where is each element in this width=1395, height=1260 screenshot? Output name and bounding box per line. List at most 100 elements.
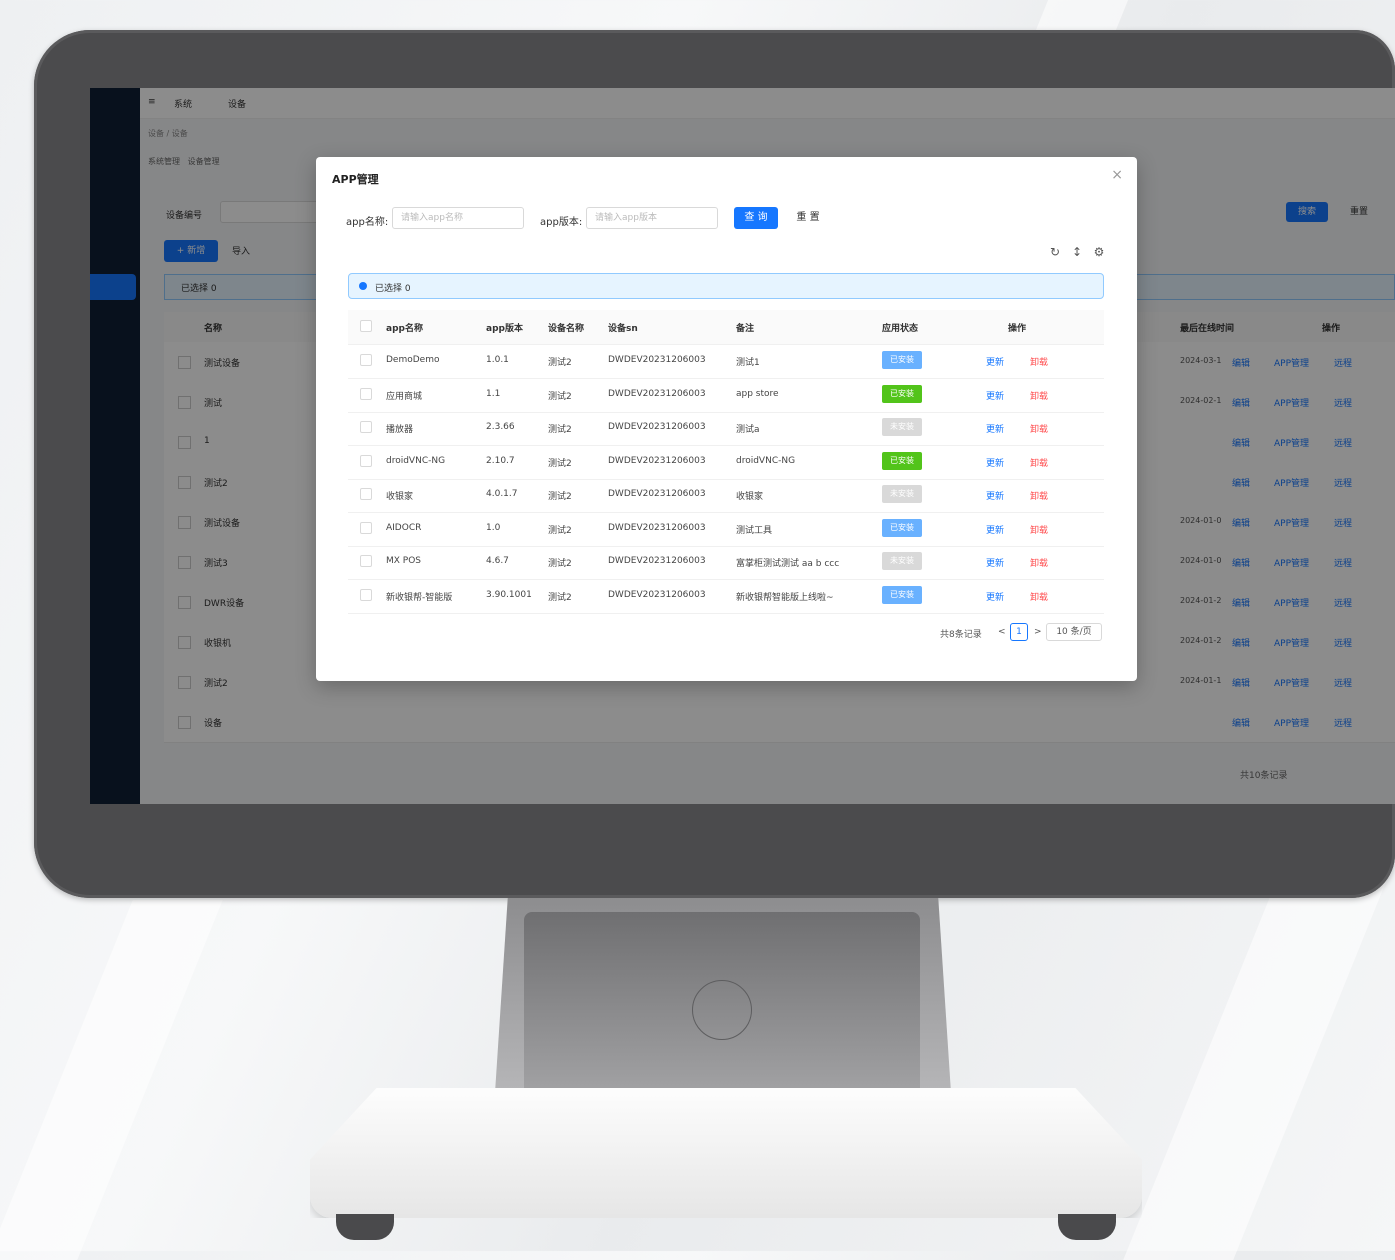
monitor-foot: [1058, 1214, 1116, 1240]
cell-remark: 测试工具: [736, 525, 773, 536]
cell-app-version: 1.1: [486, 388, 501, 399]
reset-button[interactable]: 重 置: [786, 207, 830, 229]
cell-device-name: 测试2: [548, 425, 572, 435]
status-badge: 未安装: [882, 418, 922, 436]
column-height-icon[interactable]: ↕: [1070, 245, 1084, 259]
select-all-checkbox[interactable]: [360, 320, 372, 332]
cell-app-name: 新收银帮-智能版: [386, 592, 453, 603]
cell-app-name: AIDOCR: [386, 522, 422, 533]
status-badge: 已安装: [882, 384, 922, 403]
update-link[interactable]: 更新: [986, 456, 1004, 469]
update-link[interactable]: 更新: [986, 489, 1004, 502]
cell-app-name: 收银家: [386, 492, 414, 502]
row-checkbox[interactable]: [360, 521, 372, 534]
cell-device-sn: DWDEV20231206003: [608, 455, 706, 466]
table-row: MX POS 4.6.7 测试2 DWDEV20231206003 富掌柜测试测试 aa…: [348, 545, 1104, 580]
row-checkbox[interactable]: [360, 454, 372, 467]
row-checkbox[interactable]: [360, 421, 372, 433]
update-link[interactable]: 更新: [986, 590, 1004, 603]
column-header-remark: 备注: [736, 324, 755, 334]
modal-title: APP管理: [332, 173, 379, 186]
column-header-status: 应用状态: [882, 324, 919, 334]
uninstall-link[interactable]: 卸载: [1030, 456, 1048, 469]
table-row: droidVNC-NG 2.10.7 测试2 DWDEV20231206003 droi…: [348, 445, 1104, 480]
column-header-device-sn: 设备sn: [608, 324, 638, 334]
uninstall-link[interactable]: 卸载: [1030, 523, 1048, 536]
row-checkbox[interactable]: [360, 488, 372, 500]
cell-device-sn: DWDEV20231206003: [608, 355, 706, 365]
cell-device-sn: DWDEV20231206003: [608, 589, 706, 600]
update-link[interactable]: 更新: [986, 422, 1004, 435]
cell-app-version: 1.0: [486, 522, 501, 533]
pagination-next[interactable]: >: [1034, 627, 1042, 637]
cell-device-name: 测试2: [548, 458, 572, 469]
app-name-input[interactable]: 请输入app名称: [392, 207, 524, 229]
pagination-size-select[interactable]: 10 条/页: [1046, 623, 1102, 641]
uninstall-link[interactable]: 卸载: [1030, 489, 1048, 502]
cell-device-name: 测试2: [548, 358, 572, 368]
update-link[interactable]: 更新: [986, 556, 1004, 569]
uninstall-link[interactable]: 卸载: [1030, 355, 1048, 368]
row-checkbox[interactable]: [360, 555, 372, 567]
app-name-label: app名称:: [346, 217, 389, 228]
app-version-input[interactable]: 请输入app版本: [586, 207, 718, 229]
cell-remark: droidVNC-NG: [736, 455, 796, 466]
cell-device-sn: DWDEV20231206003: [608, 556, 706, 566]
cell-app-name: droidVNC-NG: [386, 455, 446, 466]
cell-app-version: 3.90.1001: [486, 589, 532, 600]
cell-app-version: 2.3.66: [486, 422, 515, 432]
cell-app-name: DemoDemo: [386, 355, 440, 365]
status-badge: 已安装: [882, 518, 922, 537]
cell-app-version: 1.0.1: [486, 355, 509, 365]
search-button[interactable]: 查 询: [734, 207, 778, 229]
info-icon: [359, 282, 367, 290]
app-version-label: app版本:: [540, 217, 583, 228]
cell-device-sn: DWDEV20231206003: [608, 522, 706, 533]
cell-device-name: 测试2: [548, 492, 572, 502]
row-checkbox[interactable]: [360, 588, 372, 601]
pagination-page[interactable]: 1: [1010, 623, 1028, 641]
column-header-app-name: app名称: [386, 324, 423, 334]
table-row: DemoDemo 1.0.1 测试2 DWDEV20231206003 测试1 已安装 更新…: [348, 344, 1104, 379]
row-checkbox[interactable]: [360, 387, 372, 400]
status-badge: 已安装: [882, 451, 922, 470]
table-row: 收银家 4.0.1.7 测试2 DWDEV20231206003 收银家 未安装 更新 卸载: [348, 478, 1104, 513]
uninstall-link[interactable]: 卸载: [1030, 590, 1048, 603]
update-link[interactable]: 更新: [986, 523, 1004, 536]
background-stripe: [0, 900, 223, 1260]
table-row: 新收银帮-智能版 3.90.1001 测试2 DWDEV20231206003 新收银帮…: [348, 579, 1104, 614]
reload-icon[interactable]: ↻: [1048, 245, 1062, 259]
close-icon[interactable]: ×: [1111, 167, 1123, 183]
cell-device-sn: DWDEV20231206003: [608, 388, 706, 399]
cell-app-name: 应用商城: [386, 391, 423, 402]
update-link[interactable]: 更新: [986, 389, 1004, 402]
cell-device-sn: DWDEV20231206003: [608, 489, 706, 499]
cell-app-version: 4.6.7: [486, 556, 509, 566]
column-header-actions: 操作: [1008, 324, 1027, 334]
update-link[interactable]: 更新: [986, 355, 1004, 368]
table-row: AIDOCR 1.0 测试2 DWDEV20231206003 测试工具 已安装 更新 卸载: [348, 512, 1104, 547]
cell-remark: 富掌柜测试测试 aa b ccc: [736, 559, 840, 569]
cell-app-name: MX POS: [386, 556, 422, 566]
uninstall-link[interactable]: 卸载: [1030, 556, 1048, 569]
cell-app-name: 播放器: [386, 425, 414, 435]
pagination-total: 共8条记录: [940, 630, 982, 640]
table-row: 应用商城 1.1 测试2 DWDEV20231206003 app store 已安装 更新…: [348, 378, 1104, 413]
pagination-prev[interactable]: <: [998, 627, 1006, 637]
cell-remark: 收银家: [736, 492, 764, 502]
cell-remark: app store: [736, 388, 779, 399]
cell-remark: 测试1: [736, 358, 760, 368]
setting-icon[interactable]: ⚙: [1092, 245, 1106, 259]
app-management-modal: APP管理 × app名称: 请输入app名称 app版本: 请输入app版本 …: [316, 157, 1137, 681]
background-stripe: [1123, 880, 1387, 1260]
uninstall-link[interactable]: 卸载: [1030, 422, 1048, 435]
selection-alert: 已选择 0: [348, 273, 1104, 299]
power-button-icon: [692, 980, 752, 1040]
column-header-device-name: 设备名称: [548, 324, 585, 334]
cell-device-name: 测试2: [548, 391, 572, 402]
status-badge: 未安装: [882, 485, 922, 503]
uninstall-link[interactable]: 卸载: [1030, 389, 1048, 402]
row-checkbox[interactable]: [360, 354, 372, 366]
cell-app-version: 2.10.7: [486, 455, 515, 466]
cell-remark: 新收银帮智能版上线啦~: [736, 592, 834, 603]
